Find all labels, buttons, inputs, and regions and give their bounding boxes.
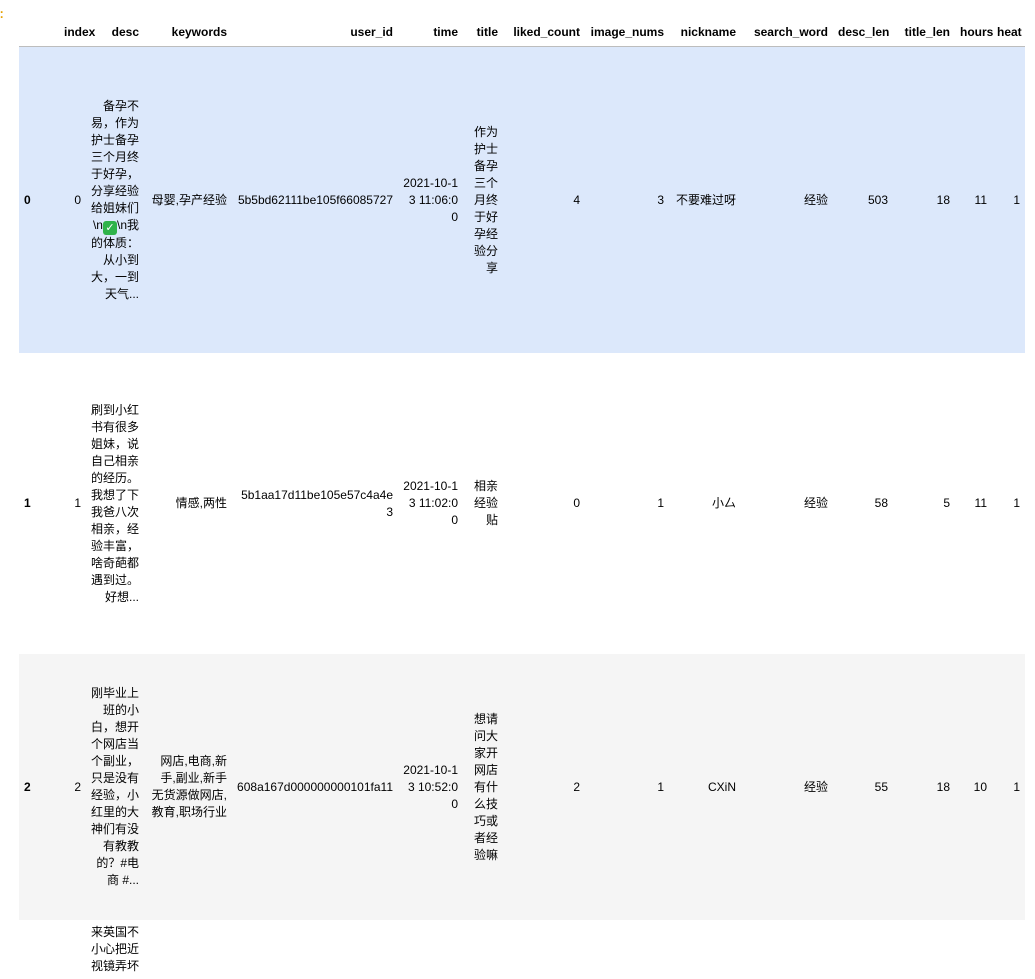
cell-heat <box>992 920 1025 979</box>
cell-index: 2 <box>74 779 81 794</box>
cell-nickname: 小厶 <box>711 496 736 510</box>
column-header-index: index <box>59 18 95 47</box>
check-mark-icon: ✓ <box>102 220 117 235</box>
cell-keywords: 网店,电商,新手,副业,新手无货源做网店,教育,职场行业 <box>151 754 227 819</box>
dataframe-table: index desc keywords user_id time title l… <box>19 18 1025 979</box>
column-header-user-id: user_id <box>232 18 398 47</box>
cell-title <box>463 920 503 979</box>
column-header-time: time <box>398 18 463 47</box>
cell-nickname <box>669 920 741 979</box>
column-header-keywords: keywords <box>144 18 232 47</box>
cell-heat: 1 <box>1013 192 1020 207</box>
cell-keywords: 母婴,孕产经验 <box>151 192 227 207</box>
cell-hours: 11 <box>974 496 987 510</box>
cell-heat: 1 <box>1013 779 1020 794</box>
cell-hours <box>955 920 992 979</box>
cell-search-word <box>741 920 833 979</box>
column-header-nickname: nickname <box>669 18 741 47</box>
cell-image-nums: 1 <box>657 496 664 510</box>
row-label: 2 <box>24 779 31 794</box>
cell-title-len: 18 <box>936 192 950 207</box>
cell-index: 0 <box>74 192 81 207</box>
cell-desc-len: 503 <box>867 192 888 207</box>
dataframe-output: index desc keywords user_id time title l… <box>19 18 1025 979</box>
cell-liked-count <box>503 920 585 979</box>
cell-title-len: 5 <box>943 496 950 510</box>
row-label: 0 <box>24 192 31 207</box>
cell-keywords <box>144 920 232 979</box>
cell-time: 2021-10-13 11:02:00 <box>403 479 458 527</box>
cell-search-word: 经验 <box>803 496 828 510</box>
cell-time: 2021-10-13 11:06:00 <box>403 175 458 224</box>
cell-liked-count: 0 <box>573 496 580 510</box>
row-label <box>19 920 59 979</box>
cell-nickname: CXiN <box>707 779 736 794</box>
table-row: 0 0 备孕不易，作为护士备孕三个月终于好孕，分享经验给姐妹们\n ✓ \n我的体质… <box>19 46 1025 354</box>
cell-liked-count: 4 <box>573 192 580 207</box>
cell-desc-len: 55 <box>874 779 888 794</box>
column-header-hours: hours <box>955 18 993 47</box>
cell-user-id <box>232 920 398 979</box>
cell-heat: 1 <box>1013 496 1020 510</box>
cell-user-id: 608a167d000000000101fa11 <box>237 779 393 794</box>
column-header-heat: heat <box>992 18 1025 47</box>
cell-nickname: 不要难过呀 <box>675 192 736 207</box>
cell-desc: 刚毕业上班的小白，想开个网店当个副业，只是没有经验，小红里的大神们有没有教教的？… <box>91 686 140 887</box>
cell-hours: 10 <box>973 779 987 794</box>
cell-title: 作为护士备孕三个月终于好孕经验分享 <box>473 124 498 275</box>
cell-search-word: 经验 <box>803 779 828 794</box>
header-row: index desc keywords user_id time title l… <box>19 18 1025 47</box>
cell-title-len: 18 <box>936 779 950 794</box>
cell-title: 想请问大家开网店有什么技巧或者经验嘛 <box>473 711 498 862</box>
cell-hours: 11 <box>974 192 987 207</box>
cell-time: 2021-10-13 10:52:00 <box>403 762 458 811</box>
cell-title: 相亲经验贴 <box>473 479 498 527</box>
cell-desc: 刷到小红书有很多姐妹，说自己相亲的经历。我想了下我爸八次相亲，经验丰富，啥奇葩都… <box>91 402 140 604</box>
cell-desc-len: 58 <box>874 496 888 510</box>
cell-desc-len <box>833 920 893 979</box>
column-header-title: title <box>463 18 503 47</box>
column-header-liked-count: liked_count <box>503 18 585 47</box>
column-header-search-word: search_word <box>741 18 833 47</box>
column-header-desc-len: desc_len <box>833 18 893 47</box>
cell-user-id: 5b1aa17d11be105e57c4a4e3 <box>241 487 393 519</box>
cell-search-word: 经验 <box>803 192 828 207</box>
cell-keywords: 情感,两性 <box>175 496 227 510</box>
cell-time <box>398 920 463 979</box>
cell-index: 1 <box>74 496 81 510</box>
table-row: 2 2 刚毕业上班的小白，想开个网店当个副业，只是没有经验，小红里的大神们有没有… <box>19 654 1025 920</box>
table-row: 1 1 刷到小红书有很多姐妹，说自己相亲的经历。我想了下我爸八次相亲，经验丰富，… <box>19 353 1025 654</box>
cell-desc: 备孕不易，作为护士备孕三个月终于好孕，分享经验给姐妹们\n ✓ \n我的体质：从小到… <box>86 47 144 354</box>
output-prompt-marker: · · <box>0 5 4 24</box>
cell-desc-text-part1: 备孕不易，作为护士备孕三个月终于好孕，分享经验给姐妹们\n <box>91 98 140 232</box>
cell-index <box>59 920 86 979</box>
table-row: 来英国不小心把近视镜弄坏 <box>19 920 1025 979</box>
cell-image-nums: 3 <box>657 192 664 207</box>
cell-image-nums <box>585 920 669 979</box>
column-header-title-len: title_len <box>893 18 955 47</box>
cell-liked-count: 2 <box>573 779 580 794</box>
row-label: 1 <box>24 496 31 510</box>
cell-desc: 来英国不小心把近视镜弄坏 <box>91 925 140 973</box>
cell-user-id: 5b5bd62111be105f66085727 <box>237 192 393 207</box>
cell-image-nums: 1 <box>657 779 664 794</box>
column-header-row-label <box>19 18 59 47</box>
cell-title-len <box>893 920 955 979</box>
column-header-image-nums: image_nums <box>585 18 669 47</box>
